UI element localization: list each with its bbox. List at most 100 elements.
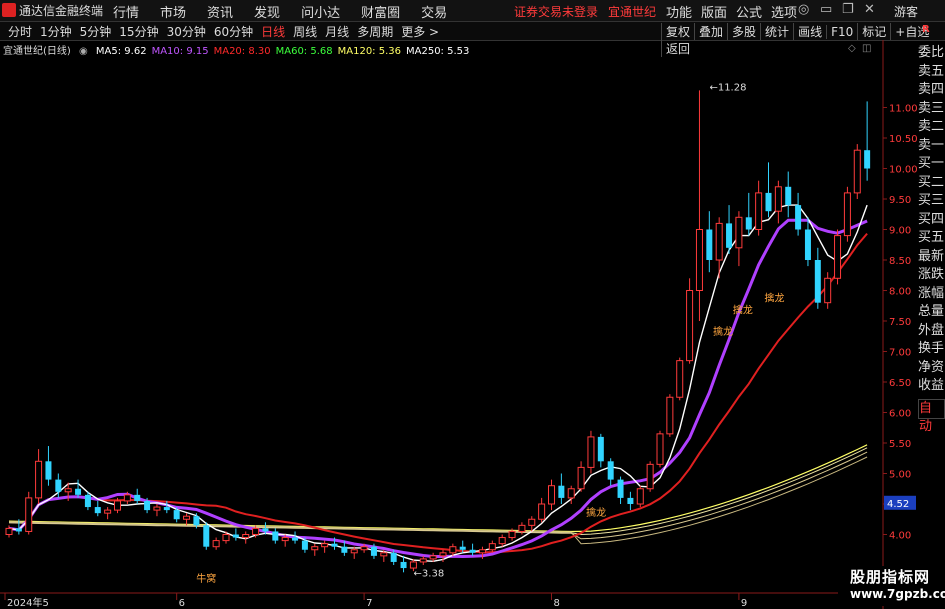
tab-more[interactable]: 更多 > xyxy=(397,23,443,40)
sidebar-item-10[interactable]: 买五 xyxy=(918,229,945,248)
candle-body xyxy=(232,534,239,538)
candle-body xyxy=(84,494,91,508)
sidebar-item-16[interactable]: 换手 xyxy=(918,340,945,359)
sidebar-item-14[interactable]: 总量 xyxy=(918,303,945,322)
tab-fenshi[interactable]: 分时 xyxy=(4,23,36,40)
sidebar-item-8[interactable]: 买三 xyxy=(918,192,945,211)
y-tick-label: 5.00 xyxy=(889,470,911,481)
ma10-line xyxy=(8,218,868,559)
menu-caifuquan[interactable]: 财富圈 xyxy=(361,6,400,21)
candle-body xyxy=(567,488,575,499)
close-icon[interactable]: ✕ xyxy=(864,2,875,17)
candle-body xyxy=(144,500,151,511)
chart-toolbar: 分时 1分钟 5分钟 15分钟 30分钟 60分钟 日线 周线 月线 多周期 更多 > 复权 叠加 多股… xyxy=(0,22,945,57)
corner-r-label: R xyxy=(922,24,930,35)
candle-body xyxy=(321,543,329,548)
menu-banmian[interactable]: 版面 xyxy=(701,6,727,21)
candle-body xyxy=(607,461,614,480)
stats-button[interactable]: 统计 xyxy=(760,23,793,40)
minimize-icon[interactable]: ▭ xyxy=(820,2,832,17)
tab-1min[interactable]: 1分钟 xyxy=(36,23,76,40)
candle-body xyxy=(656,433,664,465)
guest-label[interactable]: 游客 xyxy=(894,3,918,20)
signal-label: 擒龙 xyxy=(713,325,733,338)
sidebar-item-11[interactable]: 最新 xyxy=(918,248,945,267)
tab-15min[interactable]: 15分钟 xyxy=(115,23,162,40)
candle-body xyxy=(617,479,624,498)
menu-jiaoyi[interactable]: 交易 xyxy=(421,6,447,21)
sidebar-item-9[interactable]: 买四 xyxy=(918,211,945,230)
current-stock-name: 宜通世纪 xyxy=(608,5,657,19)
tab-5min[interactable]: 5分钟 xyxy=(76,23,116,40)
sidebar-item-6[interactable]: 买一 xyxy=(918,155,945,174)
y-tick-label: 7.00 xyxy=(889,348,911,359)
draw-line-button[interactable]: 画线 xyxy=(793,23,826,40)
sidebar-item-17[interactable]: 净资 xyxy=(918,359,945,378)
tab-monthly[interactable]: 月线 xyxy=(321,23,353,40)
sidebar-item-13[interactable]: 涨幅 xyxy=(918,285,945,304)
menu-hangqing[interactable]: 行情 xyxy=(113,6,139,21)
sidebar-item-15[interactable]: 外盘 xyxy=(918,322,945,341)
sidebar-item-2[interactable]: 卖四 xyxy=(918,81,945,100)
tab-multi-period[interactable]: 多周期 xyxy=(353,23,397,40)
candle-body xyxy=(853,149,861,194)
f10-button[interactable]: F10 xyxy=(826,25,857,39)
candle-body xyxy=(341,546,348,553)
menu-shichang[interactable]: 市场 xyxy=(160,6,186,21)
tab-30min[interactable]: 30分钟 xyxy=(163,23,210,40)
candle-body xyxy=(518,524,526,532)
fuquan-button[interactable]: 复权 xyxy=(661,23,694,40)
tab-weekly[interactable]: 周线 xyxy=(289,23,321,40)
app-logo-icon xyxy=(2,3,16,17)
x-tick-label: 9 xyxy=(741,598,747,609)
sidebar-auto-button[interactable]: 自动 xyxy=(918,398,945,434)
candle-body xyxy=(390,552,397,562)
ma120-line xyxy=(8,444,868,533)
candle-body xyxy=(35,460,43,499)
candle-body xyxy=(94,507,101,514)
candle-body xyxy=(774,186,782,212)
candle-body xyxy=(449,546,457,554)
menu-faxian[interactable]: 发现 xyxy=(254,6,280,21)
tab-60min[interactable]: 60分钟 xyxy=(210,23,257,40)
candle-body xyxy=(478,549,486,554)
sidebar-item-7[interactable]: 买二 xyxy=(918,174,945,193)
multi-stock-button[interactable]: 多股 xyxy=(727,23,760,40)
candle-body xyxy=(45,461,52,480)
candle-body xyxy=(203,525,210,547)
x-tick-label: 7 xyxy=(366,598,372,609)
menu-zixun[interactable]: 资讯 xyxy=(207,6,233,21)
current-price-label: 4.52 xyxy=(887,499,909,510)
sidebar-item-12[interactable]: 涨跌 xyxy=(918,266,945,285)
candle-body xyxy=(834,235,842,279)
candle-body xyxy=(498,537,506,545)
candle-body xyxy=(5,527,13,535)
menu-gongshi[interactable]: 公式 xyxy=(736,6,762,21)
sidebar-item-4[interactable]: 卖二 xyxy=(918,118,945,137)
candle-body xyxy=(134,494,141,501)
site-watermark: 股朋指标网 www.7gpzb.com xyxy=(838,566,945,606)
sidebar-item-18[interactable]: 收益 xyxy=(918,377,945,396)
menu-wenxiaoda[interactable]: 问小达 xyxy=(301,6,340,21)
sidebar-item-3[interactable]: 卖三 xyxy=(918,100,945,119)
candle-body xyxy=(558,485,565,498)
mark-button[interactable]: 标记 xyxy=(857,23,890,40)
x-tick-label: 6 xyxy=(179,598,185,609)
sidebar-item-0[interactable]: 委比 xyxy=(918,44,945,63)
tab-daily[interactable]: 日线 xyxy=(257,23,289,40)
kline-chart[interactable]: 11.00 10.50 10.00 9.50 9.00 8.50 8.00 7.50 7.00 6… xyxy=(0,40,918,609)
y-tick-label: 8.50 xyxy=(889,256,911,267)
sidebar-item-1[interactable]: 卖五 xyxy=(918,63,945,82)
candle-body xyxy=(25,497,33,532)
menu-gongneng[interactable]: 功能 xyxy=(666,6,692,21)
restore-icon[interactable]: ❐ xyxy=(842,2,854,17)
menu-xuanxiang[interactable]: 选项 xyxy=(771,6,797,21)
candle-body xyxy=(627,497,634,504)
candle-body xyxy=(331,543,338,547)
trade-login-link[interactable]: 证券交易未登录 xyxy=(514,5,598,19)
candle-body xyxy=(439,552,447,557)
overlay-button[interactable]: 叠加 xyxy=(694,23,727,40)
candle-body xyxy=(686,290,694,362)
help-icon[interactable]: ◎ xyxy=(798,2,809,17)
sidebar-item-5[interactable]: 卖一 xyxy=(918,137,945,156)
